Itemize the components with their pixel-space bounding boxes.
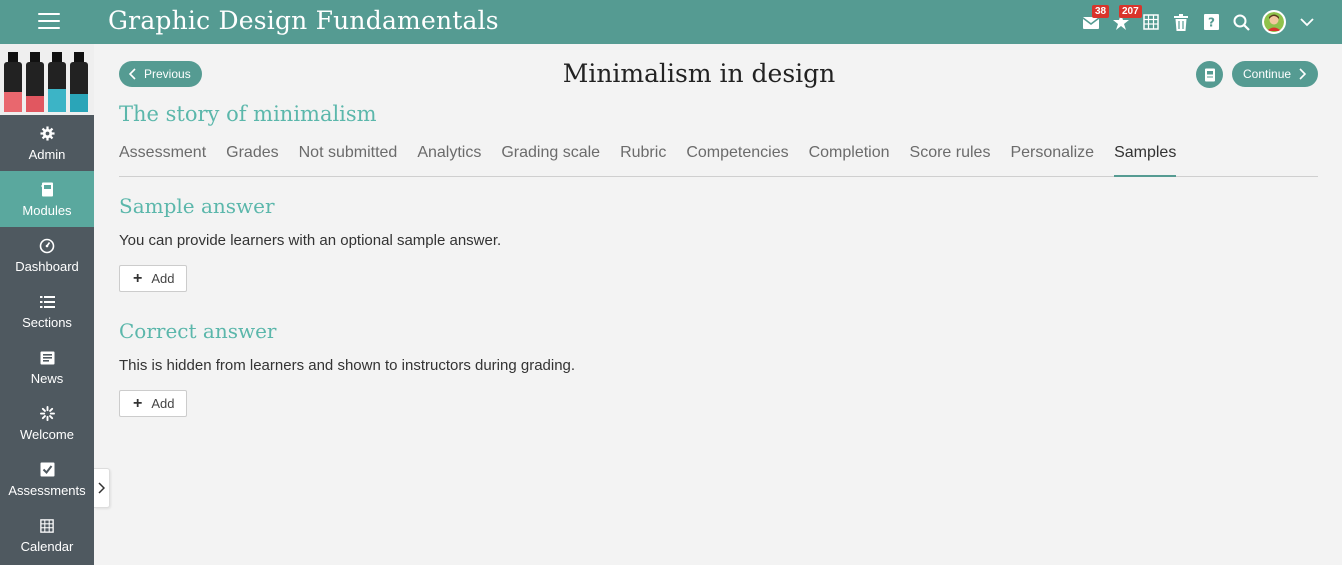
sidebar-item-news[interactable]: News <box>0 339 94 395</box>
sidebar: Admin Modules Dashboard Sections News We… <box>0 44 94 565</box>
welcome-icon <box>39 406 55 421</box>
chevron-right-icon <box>1299 68 1307 80</box>
continue-label: Continue <box>1243 67 1292 81</box>
tab-personalize[interactable]: Personalize <box>1010 142 1094 177</box>
add-label: Add <box>151 396 175 411</box>
add-label: Add <box>151 271 175 286</box>
list-icon <box>39 295 55 308</box>
page-title: Minimalism in design <box>562 59 836 88</box>
sidebar-item-label: Calendar <box>20 538 74 554</box>
course-title[interactable]: Graphic Design Fundamentals <box>108 6 499 35</box>
plus-icon: + <box>133 394 143 412</box>
tab-grading-scale[interactable]: Grading scale <box>501 142 600 177</box>
tab-completion[interactable]: Completion <box>809 142 890 177</box>
notebook-button[interactable] <box>1196 61 1223 88</box>
calendar-button[interactable] <box>1136 0 1166 44</box>
sidebar-toggle[interactable] <box>94 468 110 508</box>
correct-answer-title: Correct answer <box>119 319 277 343</box>
user-menu-toggle[interactable] <box>1292 0 1322 44</box>
search-button[interactable] <box>1226 0 1256 44</box>
gear-icon <box>39 126 55 141</box>
search-icon <box>1233 14 1250 31</box>
sample-answer-description: You can provide learners with an optiona… <box>119 232 502 249</box>
sidebar-item-label: Dashboard <box>15 258 79 274</box>
trash-icon <box>1174 13 1188 31</box>
user-menu[interactable] <box>1256 0 1292 44</box>
sidebar-item-sections[interactable]: Sections <box>0 283 94 339</box>
news-icon <box>40 351 54 364</box>
sidebar-item-welcome[interactable]: Welcome <box>0 395 94 451</box>
tab-competencies[interactable]: Competencies <box>686 142 788 177</box>
tab-not-submitted[interactable]: Not submitted <box>299 142 398 177</box>
messages-button[interactable]: 38 <box>1076 0 1110 44</box>
sidebar-item-label: Sections <box>22 314 72 330</box>
section-title: The story of minimalism <box>119 102 377 126</box>
sidebar-item-label: Welcome <box>20 426 74 442</box>
trash-button[interactable] <box>1166 0 1196 44</box>
sidebar-item-label: Modules <box>22 202 72 218</box>
tab-rubric[interactable]: Rubric <box>620 142 666 177</box>
sample-answer-title: Sample answer <box>119 194 275 218</box>
sidebar-item-label: News <box>30 370 64 386</box>
sidebar-item-calendar[interactable]: Calendar <box>0 507 94 563</box>
continue-button[interactable]: Continue <box>1232 61 1318 87</box>
svg-text:?: ? <box>1208 16 1215 30</box>
notebook-icon <box>40 182 53 197</box>
user-avatar <box>1262 10 1286 34</box>
calendar-icon <box>1143 14 1159 30</box>
correct-answer-description: This is hidden from learners and shown t… <box>119 357 576 374</box>
tab-grades[interactable]: Grades <box>226 142 278 177</box>
plus-icon: + <box>133 269 143 287</box>
sidebar-item-label: Assessments <box>8 482 86 498</box>
dashboard-icon <box>39 238 55 253</box>
top-icons: 38 207 ? <box>1076 0 1322 44</box>
sidebar-item-admin[interactable]: Admin <box>0 115 94 171</box>
help-icon: ? <box>1203 14 1219 30</box>
tab-analytics[interactable]: Analytics <box>417 142 481 177</box>
sidebar-item-assessments[interactable]: Assessments <box>0 451 94 507</box>
sidebar-item-label: Admin <box>28 146 66 162</box>
add-correct-answer-button[interactable]: + Add <box>119 390 187 417</box>
sidebar-item-dashboard[interactable]: Dashboard <box>0 227 94 283</box>
add-sample-answer-button[interactable]: + Add <box>119 265 187 292</box>
tab-bar: Assessment Grades Not submitted Analytic… <box>119 142 1318 177</box>
course-thumbnail[interactable] <box>0 44 94 115</box>
chevron-right-icon <box>98 482 105 494</box>
tab-assessment[interactable]: Assessment <box>119 142 206 177</box>
help-button[interactable]: ? <box>1196 0 1226 44</box>
menu-icon[interactable] <box>38 13 60 31</box>
chevron-down-icon <box>1300 17 1314 26</box>
tab-samples[interactable]: Samples <box>1114 142 1177 177</box>
tab-score-rules[interactable]: Score rules <box>910 142 991 177</box>
notifications-button[interactable]: 207 <box>1106 0 1142 44</box>
calendar-icon <box>40 518 54 533</box>
check-icon <box>40 462 54 477</box>
top-bar: Graphic Design Fundamentals 38 207 ? <box>0 0 1342 44</box>
sidebar-item-modules[interactable]: Modules <box>0 171 94 227</box>
notebook-icon <box>1204 68 1215 81</box>
